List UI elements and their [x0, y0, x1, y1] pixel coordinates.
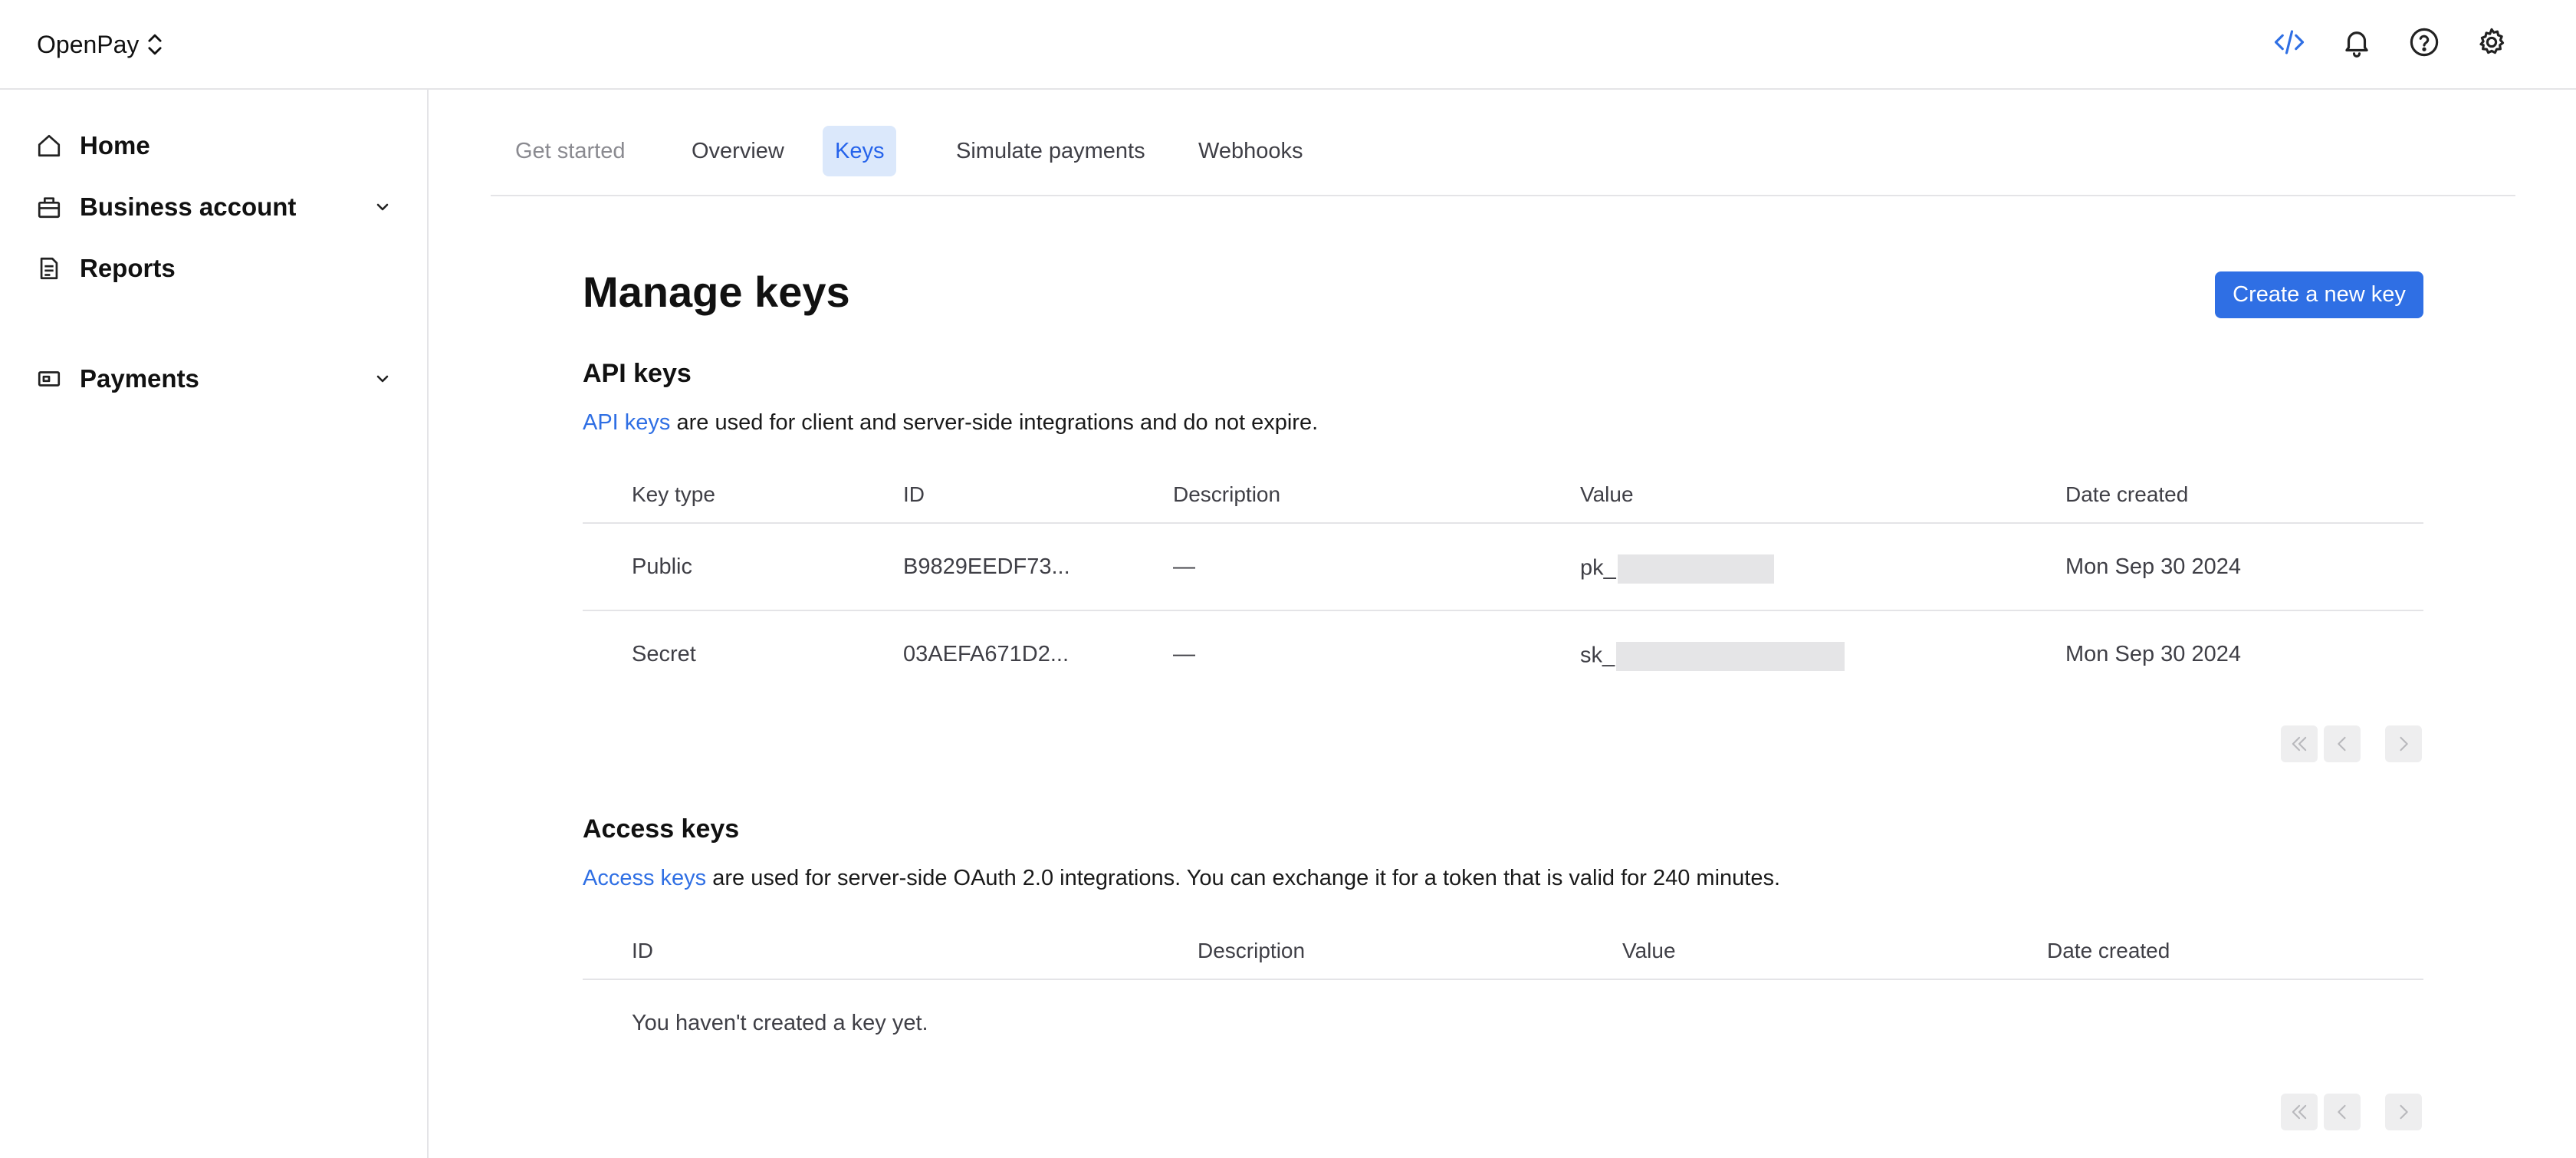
table-header: ID Description Value Date created	[583, 934, 2423, 980]
column-header-id: ID	[632, 939, 653, 962]
api-keys-description: API keys are used for client and server-…	[583, 410, 1318, 436]
page-title: Manage keys	[583, 268, 850, 316]
prev-page-icon	[2338, 1104, 2346, 1120]
access-keys-heading: Access keys	[583, 814, 740, 844]
prev-page-button[interactable]	[2324, 725, 2361, 762]
sidebar-item-reports[interactable]: Reports	[34, 245, 394, 291]
brand-name: OpenPay	[37, 30, 140, 58]
key-id-cell: B9829EEDF73...	[903, 554, 1070, 579]
table-header: Key type ID Description Value Date creat…	[583, 478, 2423, 524]
payments-icon	[34, 364, 64, 394]
api-keys-description-text: are used for client and server-side inte…	[670, 410, 1319, 435]
sidebar-item-label: Payments	[80, 364, 199, 393]
empty-state-row: You haven't created a key yet.	[583, 980, 2423, 1068]
table-row[interactable]: Public B9829EEDF73... — pk_ Mon Sep 30 2…	[583, 524, 2423, 611]
key-type-cell: Secret	[632, 642, 696, 666]
sidebar: Home Business account Reports Payments	[0, 90, 429, 1158]
briefcase-icon	[34, 192, 64, 222]
column-header-value: Value	[1580, 482, 1634, 506]
tab-keys[interactable]: Keys	[823, 126, 897, 176]
create-key-button[interactable]: Create a new key	[2215, 271, 2423, 318]
first-page-icon	[2292, 736, 2307, 752]
key-prefix: pk_	[1580, 555, 1616, 581]
empty-state-text: You haven't created a key yet.	[632, 1011, 928, 1035]
api-keys-heading: API keys	[583, 359, 692, 388]
access-keys-link[interactable]: Access keys	[583, 866, 706, 890]
key-id-cell: 03AEFA671D2...	[903, 642, 1070, 666]
column-header-key-type: Key type	[632, 482, 715, 506]
api-keys-link[interactable]: API keys	[583, 410, 670, 435]
table-row[interactable]: Secret 03AEFA671D2... — sk_ Mon Sep 30 2…	[583, 611, 2423, 699]
tab-webhooks[interactable]: Webhooks	[1186, 126, 1316, 176]
description-cell: —	[1173, 554, 1195, 579]
code-icon[interactable]	[2272, 25, 2306, 59]
access-keys-description-text: are used for server-side OAuth 2.0 integ…	[706, 866, 1781, 890]
help-icon[interactable]	[2407, 25, 2441, 59]
bell-icon[interactable]	[2340, 25, 2374, 59]
next-page-button[interactable]	[2385, 725, 2422, 762]
column-header-description: Description	[1198, 939, 1306, 962]
column-header-value: Value	[1622, 939, 1676, 962]
first-page-button[interactable]	[2281, 1094, 2318, 1130]
access-keys-table: ID Description Value Date created You ha…	[583, 934, 2423, 1068]
value-cell: sk_	[1580, 642, 1845, 671]
date-created-cell: Mon Sep 30 2024	[2065, 642, 2241, 666]
next-page-icon	[2400, 736, 2408, 752]
org-switcher[interactable]: OpenPay	[37, 28, 166, 61]
column-header-date-created: Date created	[2047, 939, 2170, 962]
chevron-up-down-icon	[148, 34, 162, 55]
first-page-icon	[2292, 1104, 2307, 1120]
next-page-button[interactable]	[2385, 1094, 2422, 1130]
key-type-cell: Public	[632, 554, 692, 579]
next-page-icon	[2400, 1104, 2408, 1120]
access-keys-description: Access keys are used for server-side OAu…	[583, 866, 1780, 891]
column-header-id: ID	[903, 482, 925, 506]
prev-page-button[interactable]	[2324, 1094, 2361, 1130]
settings-icon[interactable]	[2475, 25, 2509, 59]
report-icon	[34, 253, 64, 284]
tab-overview[interactable]: Overview	[679, 126, 797, 176]
top-actions	[2272, 25, 2509, 59]
tab-simulate-payments[interactable]: Simulate payments	[944, 126, 1158, 176]
chevron-down-icon[interactable]	[371, 196, 394, 219]
prev-page-icon	[2338, 736, 2346, 752]
sidebar-item-label: Reports	[80, 254, 176, 282]
chevron-down-icon[interactable]	[371, 367, 394, 390]
sidebar-item-payments[interactable]: Payments	[34, 356, 394, 402]
sidebar-item-home[interactable]: Home	[34, 123, 394, 169]
api-keys-table: Key type ID Description Value Date creat…	[583, 478, 2423, 699]
date-created-cell: Mon Sep 30 2024	[2065, 554, 2241, 579]
column-header-date-created: Date created	[2065, 482, 2189, 506]
column-header-description: Description	[1173, 482, 1281, 506]
description-cell: —	[1173, 642, 1195, 666]
tab-get-started[interactable]: Get started	[503, 126, 637, 176]
top-bar: OpenPay	[0, 0, 2576, 90]
sidebar-item-business-account[interactable]: Business account	[34, 184, 394, 230]
redacted-key-value	[1617, 554, 1774, 584]
sidebar-item-label: Business account	[80, 192, 297, 221]
home-icon	[34, 130, 64, 161]
value-cell: pk_	[1580, 554, 1774, 584]
first-page-button[interactable]	[2281, 725, 2318, 762]
redacted-key-value	[1616, 642, 1845, 671]
sidebar-item-label: Home	[80, 131, 150, 160]
key-prefix: sk_	[1580, 643, 1615, 668]
tab-bar: Get started Overview Keys Simulate payme…	[491, 126, 2515, 196]
